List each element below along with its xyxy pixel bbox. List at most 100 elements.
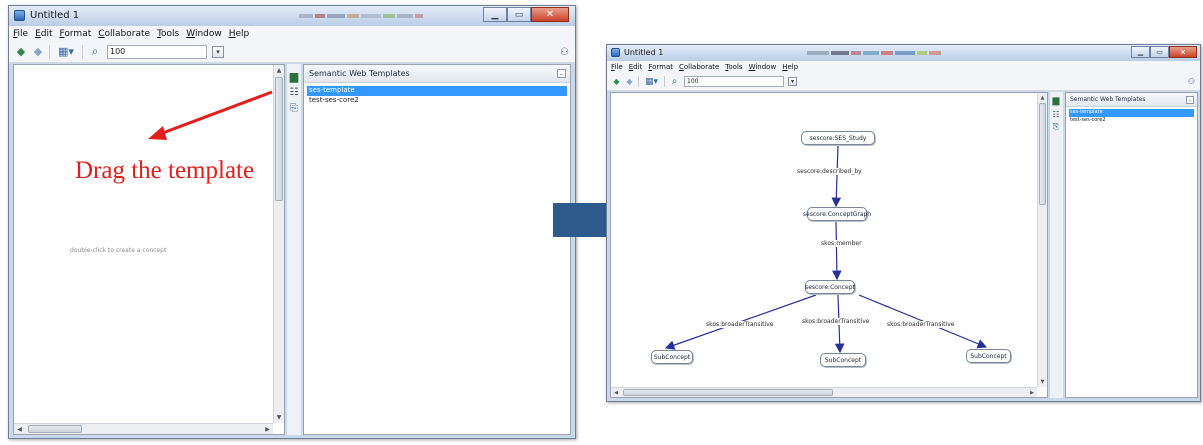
horizontal-scrollbar[interactable]: ◀ ▶ xyxy=(611,387,1037,397)
menu-edit[interactable]: Edit xyxy=(629,63,643,71)
menu-collaborate[interactable]: Collaborate xyxy=(679,63,719,71)
back-arrow-icon[interactable]: ◆ xyxy=(612,77,621,86)
window-controls: ▁ ▭ ✕ xyxy=(1131,46,1197,58)
menu-bar: File Edit Format Collaborate Tools Windo… xyxy=(9,26,575,41)
title-bar: Untitled 1 ▁ ▭ ✕ xyxy=(9,6,575,26)
concept-map-canvas[interactable]: sescore:SES_Study sescore:described_by s… xyxy=(610,92,1048,398)
scroll-right-icon[interactable]: ▶ xyxy=(1028,388,1036,397)
annotation-drag-text: Drag the template xyxy=(75,157,255,184)
zoom-magnifier-icon[interactable]: ⌕ xyxy=(88,44,102,59)
minimize-icon[interactable]: ▁ xyxy=(1131,46,1150,58)
horizontal-scroll-thumb[interactable] xyxy=(28,425,82,433)
menu-file[interactable]: File xyxy=(611,63,623,71)
template-item-test-ses-core2[interactable]: test-ses-core2 xyxy=(307,96,567,106)
toolbar-separator xyxy=(49,44,50,59)
scroll-down-icon[interactable]: ▼ xyxy=(1038,378,1047,386)
toolbar-separator xyxy=(638,76,639,87)
title-bar-taskbar-blur xyxy=(299,14,423,18)
maximize-icon[interactable]: ▭ xyxy=(1150,46,1169,58)
vertical-scrollbar[interactable]: ▲ ▼ xyxy=(1037,93,1047,387)
menu-file[interactable]: File xyxy=(13,29,28,39)
tutorial-figure: Untitled 1 ▁ ▭ ✕ File Edit Format Collab… xyxy=(0,0,1203,445)
toolbar: ◆ ◆ ▦▾ ⌕ 100 ▾ xyxy=(9,41,575,63)
close-icon[interactable]: ✕ xyxy=(531,7,569,22)
collaborate-icon[interactable]: ⚇ xyxy=(1188,77,1195,86)
template-add-icon[interactable]: ⎘ xyxy=(288,102,300,114)
scroll-left-icon[interactable]: ◀ xyxy=(15,424,24,434)
link-member-line xyxy=(832,221,842,281)
forward-arrow-icon[interactable]: ◆ xyxy=(625,77,634,86)
vertical-scroll-thumb[interactable] xyxy=(1039,103,1046,205)
templates-panel-header: Semantic Web Templates – xyxy=(304,65,570,83)
link-label-broader-3: skos:broaderTransitive xyxy=(887,321,955,328)
book-icon[interactable]: ▆ xyxy=(1051,96,1061,106)
zoom-value: 100 xyxy=(110,47,126,56)
zoom-input[interactable]: 100 xyxy=(107,44,207,59)
zoom-value: 100 xyxy=(687,78,699,85)
collaborate-icon[interactable]: ⚇ xyxy=(560,47,569,58)
concept-node-subconcept-2[interactable]: SubConcept xyxy=(820,353,866,367)
template-add-icon[interactable]: ⎘ xyxy=(1051,122,1061,132)
template-item-ses-template[interactable]: ses-template xyxy=(1069,109,1194,117)
template-tree-icon[interactable]: ☷ xyxy=(288,86,300,98)
app-icon xyxy=(611,48,620,57)
menu-window[interactable]: Window xyxy=(749,63,777,71)
concept-node-subconcept-3[interactable]: SubConcept xyxy=(966,349,1011,363)
maximize-icon[interactable]: ▭ xyxy=(507,7,531,22)
vertical-scrollbar[interactable]: ▲ ▼ xyxy=(273,65,284,423)
template-item-ses-template[interactable]: ses-template xyxy=(307,86,567,96)
window-controls: ▁ ▭ ✕ xyxy=(483,7,569,22)
horizontal-scrollbar[interactable]: ◀ ▶ xyxy=(14,423,273,434)
menu-format[interactable]: Format xyxy=(60,29,92,39)
minimize-icon[interactable]: ▁ xyxy=(483,7,507,22)
menu-edit[interactable]: Edit xyxy=(35,29,52,39)
concept-node-concept-graph[interactable]: sescore:ConceptGraph xyxy=(803,207,871,221)
menu-tools[interactable]: Tools xyxy=(157,29,179,39)
semantic-web-templates-panel: Semantic Web Templates – ses-template te… xyxy=(303,64,571,435)
link-label-broader-2: skos:broaderTransitive xyxy=(802,318,870,325)
scroll-up-icon[interactable]: ▲ xyxy=(1038,94,1047,102)
title-bar-taskbar-blur xyxy=(807,51,941,55)
template-tree-icon[interactable]: ☷ xyxy=(1051,109,1061,119)
menu-window[interactable]: Window xyxy=(186,29,222,39)
concept-node-concept[interactable]: sescore:Concept xyxy=(805,280,855,294)
zoom-input[interactable]: 100 xyxy=(684,76,784,87)
toolbar-separator xyxy=(82,44,83,59)
layout-grid-icon[interactable]: ▦▾ xyxy=(643,76,660,87)
horizontal-scroll-thumb[interactable] xyxy=(623,389,833,396)
back-arrow-icon[interactable]: ◆ xyxy=(15,45,27,58)
zoom-dropdown-button[interactable]: ▾ xyxy=(788,77,797,86)
panel-minimize-icon[interactable]: – xyxy=(557,69,566,78)
right-app-window: Untitled 1 ▁ ▭ ✕ File Edit Format Collab… xyxy=(606,44,1201,402)
concept-map-canvas[interactable]: double-click to create a concept ▲ ▼ ◀ ▶ xyxy=(13,64,285,435)
menu-tools[interactable]: Tools xyxy=(725,63,742,71)
book-icon[interactable]: ▆ xyxy=(288,70,300,83)
link-label-member: skos:member xyxy=(821,240,862,247)
app-icon xyxy=(14,10,25,21)
template-item-test-ses-core2[interactable]: test-ses-core2 xyxy=(1069,117,1194,125)
scroll-right-icon[interactable]: ▶ xyxy=(263,424,272,434)
menu-collaborate[interactable]: Collaborate xyxy=(98,29,150,39)
scroll-down-icon[interactable]: ▼ xyxy=(274,413,284,422)
zoom-magnifier-icon[interactable]: ⌕ xyxy=(669,76,680,87)
concept-node-subconcept-1[interactable]: SubConcept xyxy=(651,350,693,364)
toolbar-separator xyxy=(664,76,665,87)
forward-arrow-icon[interactable]: ◆ xyxy=(32,45,44,58)
template-side-strip: ▆ ☷ ⎘ xyxy=(287,64,301,435)
link-label-described-by: sescore:described_by xyxy=(797,168,862,175)
menu-help[interactable]: Help xyxy=(229,29,250,39)
layout-grid-icon[interactable]: ▦▾ xyxy=(55,45,77,59)
panel-minimize-icon[interactable]: – xyxy=(1186,96,1194,104)
menu-bar: File Edit Format Collaborate Tools Windo… xyxy=(607,61,1200,73)
scroll-left-icon[interactable]: ◀ xyxy=(612,388,620,397)
close-icon[interactable]: ✕ xyxy=(1169,46,1197,58)
window-title: Untitled 1 xyxy=(30,10,80,21)
templates-panel-header: Semantic Web Templates – xyxy=(1066,93,1197,107)
menu-format[interactable]: Format xyxy=(648,63,673,71)
zoom-dropdown-button[interactable]: ▾ xyxy=(212,45,224,58)
menu-help[interactable]: Help xyxy=(782,63,798,71)
concept-node-ses-study[interactable]: sescore:SES_Study xyxy=(801,131,875,145)
templates-panel-title: Semantic Web Templates xyxy=(309,69,410,78)
vertical-scroll-thumb[interactable] xyxy=(275,77,283,201)
scroll-up-icon[interactable]: ▲ xyxy=(274,66,284,75)
